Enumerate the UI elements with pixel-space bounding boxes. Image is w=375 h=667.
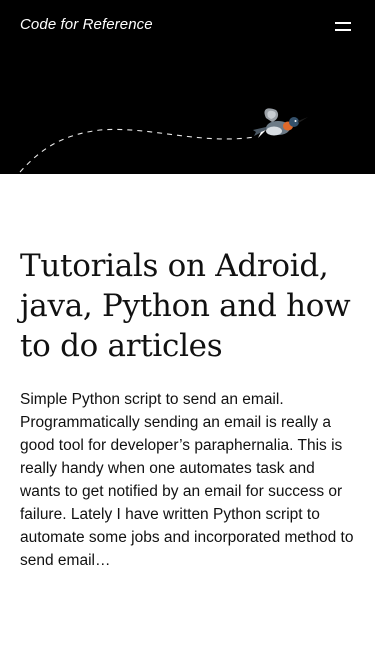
hamburger-icon — [335, 22, 351, 24]
page-title: Tutorials on Adroid, java, Python and ho… — [20, 248, 351, 364]
hummingbird-icon — [253, 108, 308, 138]
flight-path-line — [19, 128, 256, 173]
main-content: Tutorials on Adroid, java, Python and ho… — [0, 246, 375, 572]
menu-button[interactable] — [335, 20, 353, 34]
site-title[interactable]: Code for Reference — [20, 16, 153, 33]
hamburger-icon-line — [335, 29, 351, 31]
hero-banner: Code for Reference — [0, 0, 375, 174]
post-excerpt: Simple Python script to send an email. P… — [20, 391, 354, 569]
